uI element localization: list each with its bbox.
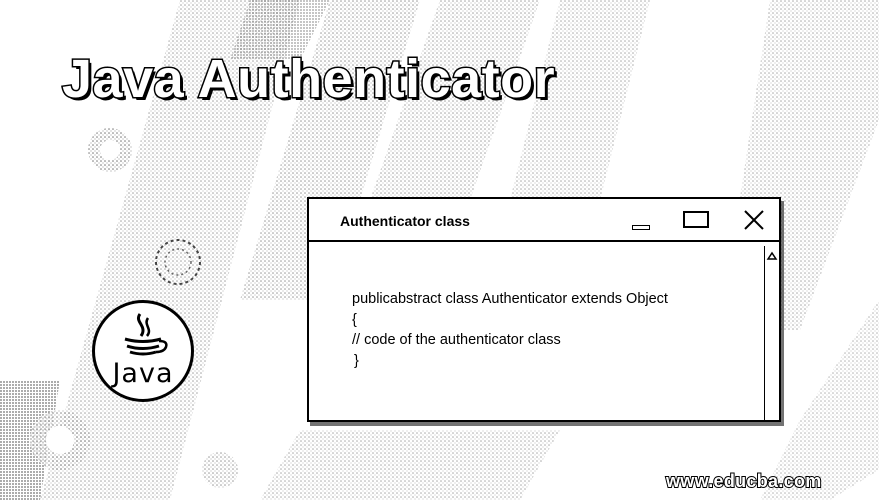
scroll-up-arrow-icon[interactable] (765, 250, 779, 262)
java-logo: Java (92, 300, 194, 402)
page-title: Java Authenticator (60, 49, 556, 109)
website-watermark: www.educba.com (665, 470, 822, 492)
maximize-button[interactable] (681, 207, 711, 233)
maximize-icon (683, 211, 709, 228)
minimize-button[interactable] (625, 207, 655, 233)
window-titlebar[interactable]: Authenticator class (309, 199, 779, 242)
code-line: { (352, 311, 357, 328)
minimize-icon (632, 225, 650, 230)
authenticator-window: Authenticator class publicabstract class… (307, 197, 781, 422)
vertical-scrollbar[interactable] (764, 246, 779, 420)
java-logo-label: Java (112, 358, 174, 389)
close-icon (744, 210, 764, 230)
code-line: publicabstract class Authenticator exten… (352, 291, 668, 307)
code-line: } (354, 352, 359, 369)
code-line: // code of the authenticator class (352, 332, 561, 348)
code-block: publicabstract class Authenticator exten… (352, 289, 668, 371)
window-title: Authenticator class (340, 213, 470, 229)
close-button[interactable] (739, 207, 769, 233)
